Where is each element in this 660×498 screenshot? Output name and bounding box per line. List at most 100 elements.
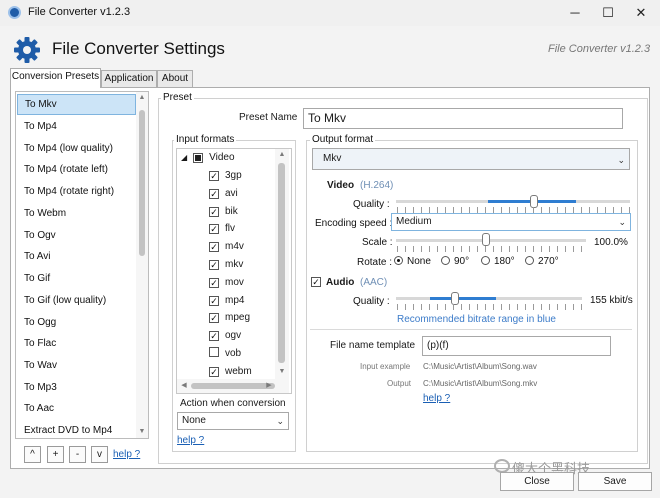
format-checkbox[interactable]: ✓ xyxy=(209,188,219,199)
audio-checkbox[interactable]: ✓ xyxy=(311,277,321,287)
format-label: avi xyxy=(225,187,238,199)
preset-item[interactable]: To Mkv xyxy=(17,94,136,115)
format-checkbox[interactable]: ✓ xyxy=(209,171,219,181)
format-item-m4v[interactable]: ✓ m4v xyxy=(209,238,244,256)
video-label: Video xyxy=(327,180,355,191)
format-checkbox[interactable]: ✓ xyxy=(209,277,219,288)
format-checkbox[interactable]: ✓ xyxy=(209,242,219,253)
collapse-icon[interactable]: ◢ xyxy=(181,153,187,162)
preset-item[interactable]: To Flac xyxy=(17,333,136,354)
encoding-speed-select[interactable]: Medium ⌄ xyxy=(391,213,631,231)
scroll-up-icon[interactable]: ▲ xyxy=(136,94,148,101)
settings-title: File Converter Settings xyxy=(52,39,225,58)
scroll-up-icon[interactable]: ▲ xyxy=(276,151,288,158)
tab-conversion-presets[interactable]: Conversion Presets xyxy=(10,68,101,88)
preset-item[interactable]: To Mp3 xyxy=(17,377,136,398)
format-checkbox[interactable]: ✓ xyxy=(209,366,219,377)
scroll-down-icon[interactable]: ▼ xyxy=(136,428,148,435)
scale-ticks xyxy=(397,246,586,252)
output-format-select[interactable]: Mkv ⌄ xyxy=(312,148,630,170)
divider xyxy=(310,329,632,330)
action-select[interactable]: None ⌄ xyxy=(177,412,289,430)
file-name-template-input[interactable]: (p)(f) xyxy=(422,336,611,356)
audio-quality-ticks xyxy=(397,304,582,310)
encoding-speed-value: Medium xyxy=(396,216,432,227)
video-category-checkbox[interactable] xyxy=(193,153,204,163)
preset-name-input[interactable]: To Mkv xyxy=(303,108,623,129)
format-item-3gp[interactable]: ✓ 3gp xyxy=(209,167,242,185)
format-checkbox[interactable]: ✓ xyxy=(209,224,219,235)
scroll-down-icon[interactable]: ▼ xyxy=(276,368,288,375)
preset-item[interactable]: To Aac xyxy=(17,398,136,419)
input-formats-tree[interactable]: ◢ Video ✓ 3gp ✓ avi ✓ bik ✓ flv ✓ m4v ✓ mkv ✓ mov ✓ mp4 ✓… xyxy=(176,148,292,394)
preset-name-label: Preset Name xyxy=(239,112,298,123)
move-up-button[interactable]: ^ xyxy=(24,446,41,463)
rotate-option-label: 90° xyxy=(454,256,470,267)
radio-icon[interactable] xyxy=(441,256,450,265)
format-checkbox[interactable]: ✓ xyxy=(209,295,219,306)
scrollbar-thumb[interactable] xyxy=(139,110,145,256)
radio-icon[interactable] xyxy=(481,256,490,265)
scroll-left-icon[interactable]: ◀ xyxy=(178,381,190,389)
format-item-flv[interactable]: ✓ flv xyxy=(209,220,235,238)
preset-item[interactable]: To Ogv xyxy=(17,225,136,246)
preset-item[interactable]: To Webm xyxy=(17,203,136,224)
chevron-down-icon: ⌄ xyxy=(618,217,626,227)
format-checkbox[interactable] xyxy=(209,347,219,357)
minimize-button[interactable]: ─ xyxy=(564,3,586,23)
preset-item[interactable]: Extract DVD to Mp4 xyxy=(17,420,136,438)
preset-item[interactable]: To Wav xyxy=(17,355,136,376)
preset-list[interactable]: To Mkv To Mp4 To Mp4 (low quality) To Mp… xyxy=(15,91,149,439)
radio-selected-icon[interactable] xyxy=(394,256,403,265)
format-checkbox[interactable]: ✓ xyxy=(209,313,219,324)
format-item-bik[interactable]: ✓ bik xyxy=(209,203,238,221)
scale-track xyxy=(396,239,586,242)
add-preset-button[interactable]: + xyxy=(47,446,64,463)
format-item-avi[interactable]: ✓ avi xyxy=(209,185,238,203)
preset-item[interactable]: To Mp4 (rotate right) xyxy=(17,181,136,202)
preset-item[interactable]: To Mp4 (low quality) xyxy=(17,138,136,159)
rotate-option-none[interactable]: None xyxy=(394,256,431,267)
remove-preset-button[interactable]: - xyxy=(69,446,86,463)
format-item-mkv[interactable]: ✓ mkv xyxy=(209,256,243,274)
audio-toggle[interactable]: ✓ xyxy=(311,276,327,287)
preset-item[interactable]: To Avi xyxy=(17,246,136,267)
rotate-option-90[interactable]: 90° xyxy=(441,256,469,267)
maximize-button[interactable]: ☐ xyxy=(597,3,619,23)
move-down-button[interactable]: v xyxy=(91,446,108,463)
scroll-right-icon[interactable]: ▶ xyxy=(263,381,275,389)
tab-about[interactable]: About xyxy=(157,70,193,87)
format-checkbox[interactable]: ✓ xyxy=(209,331,219,342)
scale-slider[interactable] xyxy=(482,233,490,246)
radio-icon[interactable] xyxy=(525,256,534,265)
tab-application[interactable]: Application xyxy=(101,70,157,87)
preset-help-link[interactable]: help ? xyxy=(113,449,140,460)
preset-item[interactable]: To Ogg xyxy=(17,312,136,333)
rotate-option-270[interactable]: 270° xyxy=(525,256,559,267)
format-checkbox[interactable]: ✓ xyxy=(209,260,219,270)
format-item-mpeg[interactable]: ✓ mpeg xyxy=(209,309,250,327)
preset-item[interactable]: To Mp4 (rotate left) xyxy=(17,159,136,180)
format-item-vob[interactable]: vob xyxy=(209,345,241,363)
format-item-mp4[interactable]: ✓ mp4 xyxy=(209,292,244,310)
input-help-link[interactable]: help ? xyxy=(177,435,204,446)
preset-item[interactable]: To Gif xyxy=(17,268,136,289)
format-label: webm xyxy=(225,365,252,377)
preset-item[interactable]: To Gif (low quality) xyxy=(17,290,136,311)
format-checkbox[interactable]: ✓ xyxy=(209,206,219,217)
format-item-ogv[interactable]: ✓ ogv xyxy=(209,327,241,345)
output-help-link[interactable]: help ? xyxy=(423,393,450,404)
tree-category-video[interactable]: ◢ Video xyxy=(181,149,235,167)
format-item-mov[interactable]: ✓ mov xyxy=(209,274,244,292)
tree-category-label: Video xyxy=(209,152,235,163)
rotate-option-180[interactable]: 180° xyxy=(481,256,515,267)
save-button[interactable]: Save xyxy=(578,472,652,491)
chevron-down-icon: ⌄ xyxy=(617,155,625,165)
close-window-button[interactable]: ✕ xyxy=(630,3,652,23)
tree-scrollbar-thumb[interactable] xyxy=(278,163,285,363)
input-example-value: C:\Music\Artist\Album\Song.wav xyxy=(423,362,537,371)
close-button[interactable]: Close xyxy=(500,472,574,491)
preset-item[interactable]: To Mp4 xyxy=(17,116,136,137)
format-label: ogv xyxy=(225,330,242,342)
format-label: flv xyxy=(225,223,235,235)
